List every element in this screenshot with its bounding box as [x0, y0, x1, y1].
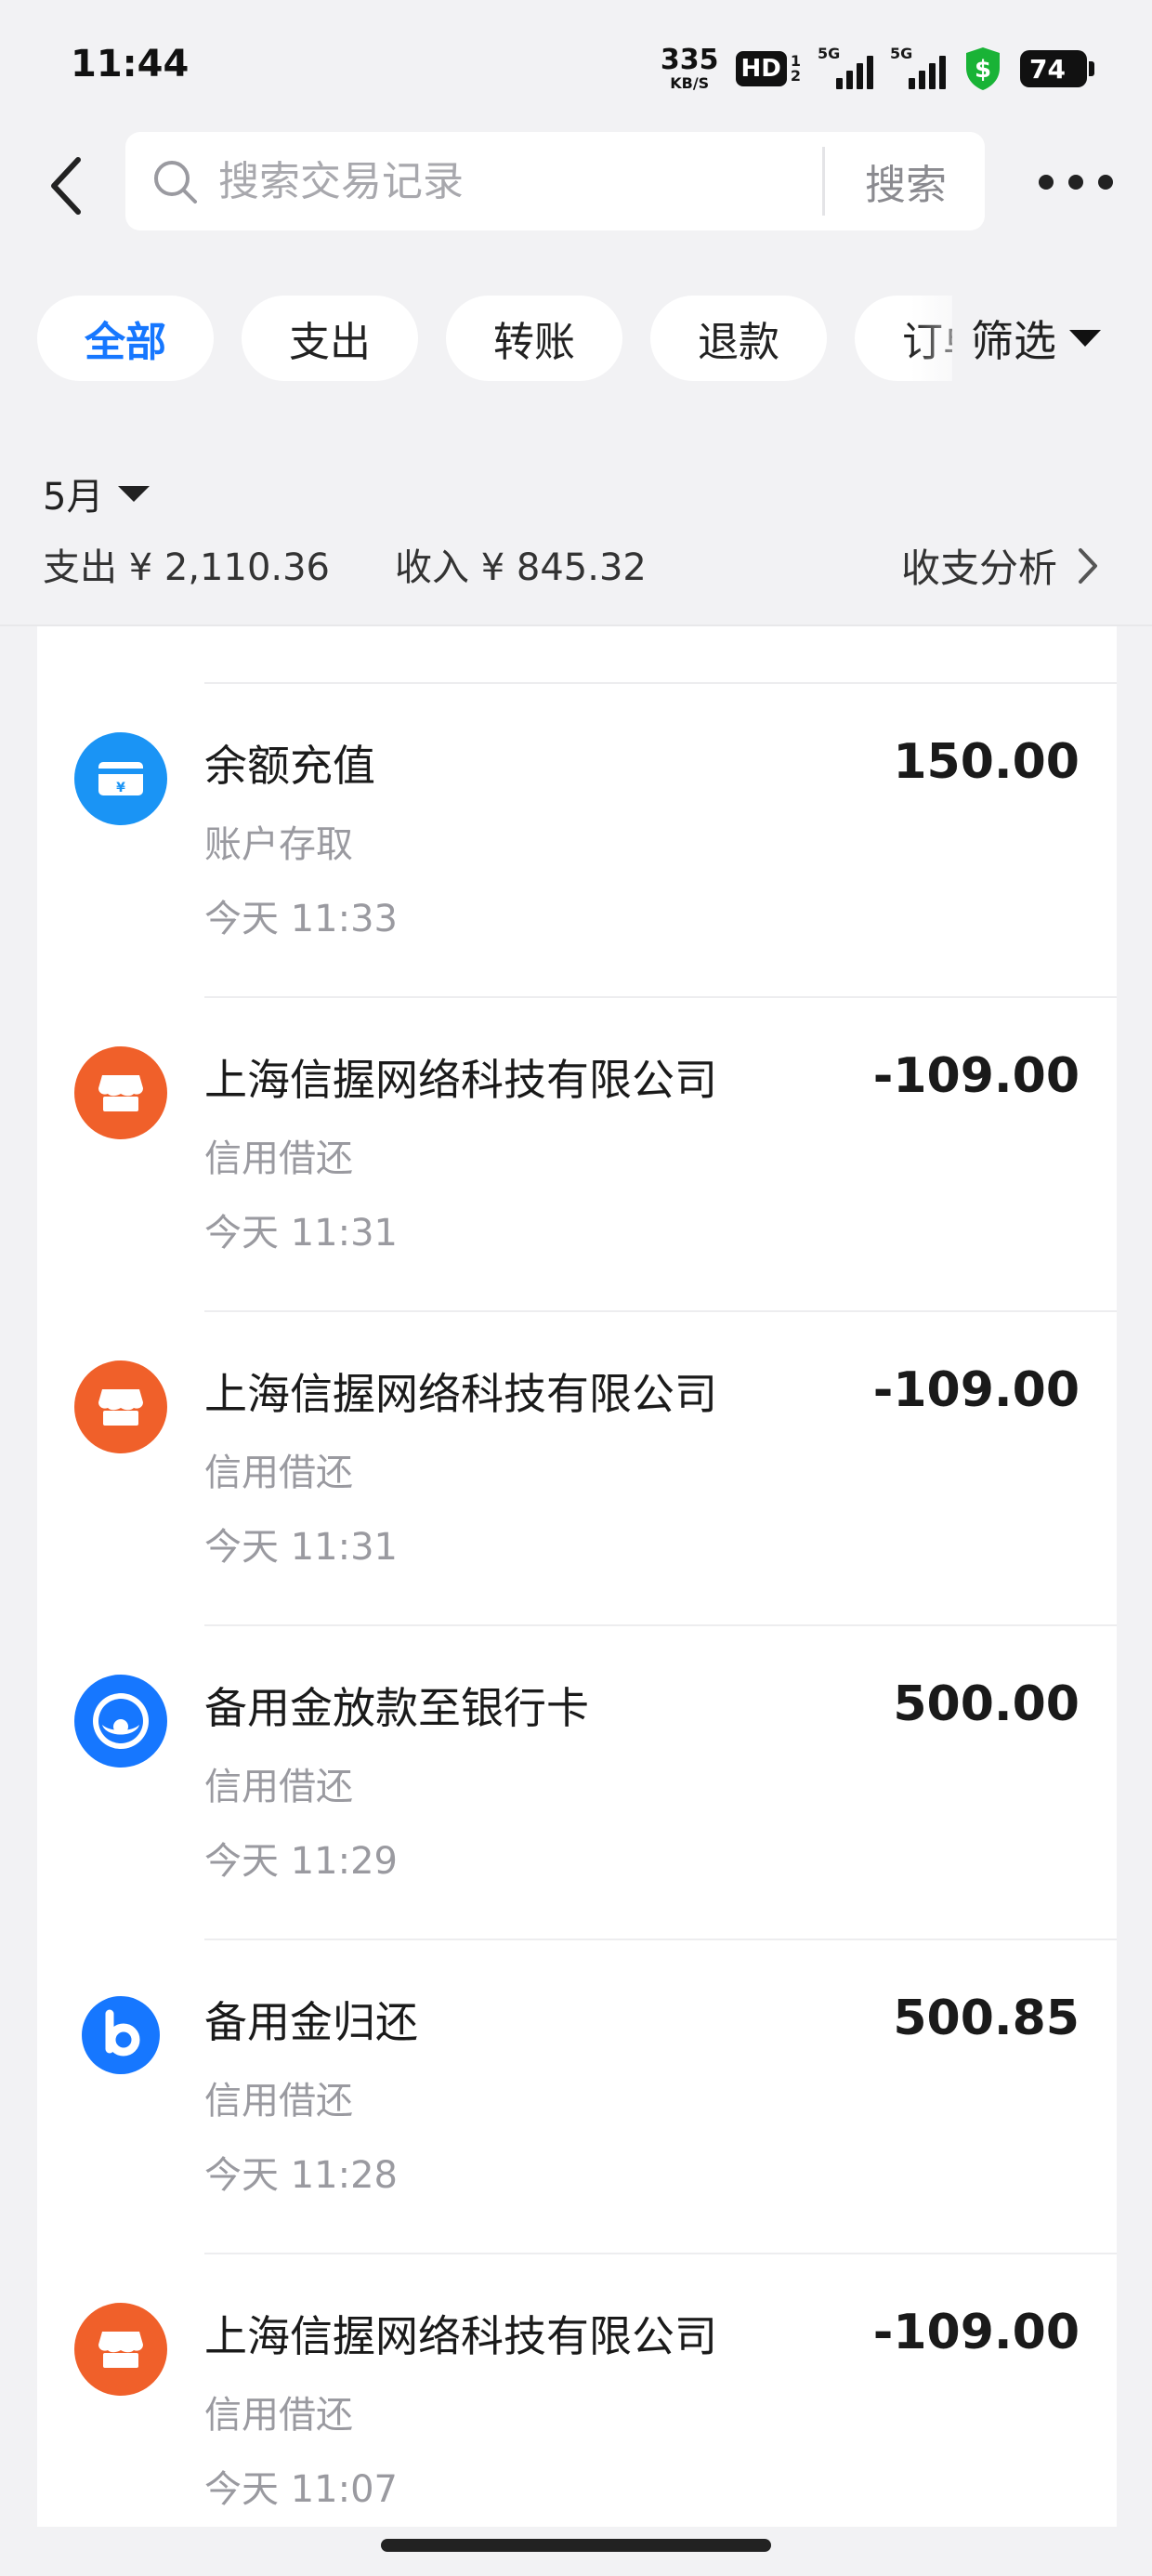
- header: 搜索: [0, 130, 1152, 237]
- transaction-item[interactable]: 上海信握网络科技有限公司 信用借还 今天 11:07 -109.00: [37, 2254, 1117, 2527]
- transaction-item[interactable]: 备用金归还 信用借还 今天 11:28 500.85: [37, 1940, 1117, 2254]
- more-dot-icon: [1098, 175, 1113, 190]
- status-icons: 335 KB/S HD 1 2 5G 5G $ 74: [661, 43, 1094, 95]
- status-bar: 11:44 335 KB/S HD 1 2 5G 5G $ 74: [0, 0, 1152, 130]
- hd-icon: HD: [735, 51, 787, 86]
- caret-down-icon: [1069, 330, 1101, 347]
- transaction-amount: 500.85: [893, 1991, 1080, 2046]
- transaction-title: 上海信握网络科技有限公司: [204, 1369, 717, 1419]
- tab-refund[interactable]: 退款: [650, 296, 827, 381]
- transaction-amount: -109.00: [872, 1048, 1080, 1104]
- transaction-time: 今天 11:31: [204, 1526, 398, 1569]
- chevron-left-icon: [51, 157, 81, 215]
- caret-down-icon: [118, 485, 151, 502]
- hd-sim-indicator: 1 2: [791, 54, 801, 84]
- transaction-category: 信用借还: [204, 1452, 353, 1494]
- transaction-category: 信用借还: [204, 2080, 353, 2123]
- transaction-title: 备用金放款至银行卡: [204, 1683, 589, 1733]
- summary-totals: 支出 ¥ 2,110.36 收入 ¥ 845.32: [43, 537, 647, 591]
- more-options-button[interactable]: [1039, 164, 1113, 201]
- filter-row: 全部 支出 转账 退款 订单 筛选: [0, 296, 1152, 381]
- transaction-amount: -109.00: [872, 2305, 1080, 2360]
- transaction-category: 账户存取: [204, 823, 353, 866]
- transaction-list[interactable]: ¥ 余额充值 账户存取 今天 11:33 150.00 上海信握网络科技有限公司…: [37, 626, 1117, 2527]
- transaction-amount: -109.00: [872, 1362, 1080, 1418]
- security-shield-icon: $: [966, 47, 1000, 90]
- tabs-fade: [910, 296, 952, 381]
- search-button[interactable]: 搜索: [827, 132, 985, 230]
- b-logo-icon: [74, 1989, 167, 2082]
- chevron-right-icon: [1079, 547, 1097, 584]
- expense-total: 支出 ¥ 2,110.36: [43, 546, 331, 589]
- transaction-item[interactable]: 上海信握网络科技有限公司 信用借还 今天 11:31 -109.00: [37, 1312, 1117, 1626]
- svg-text:$: $: [975, 56, 991, 84]
- transaction-time: 今天 11:28: [204, 2154, 398, 2197]
- tab-transfer[interactable]: 转账: [446, 296, 622, 381]
- transaction-amount: 500.00: [893, 1676, 1080, 1732]
- transaction-time: 今天 11:31: [204, 1212, 398, 1255]
- store-icon: [74, 1360, 167, 1453]
- tabs-scroller[interactable]: 全部 支出 转账 退款 订单: [37, 296, 952, 381]
- tab-all[interactable]: 全部: [37, 296, 214, 381]
- transaction-title: 余额充值: [204, 741, 375, 791]
- transaction-title: 上海信握网络科技有限公司: [204, 2311, 717, 2361]
- month-label: 5月: [43, 476, 104, 519]
- tab-expense[interactable]: 支出: [242, 296, 418, 381]
- network-speed-unit: KB/S: [670, 74, 710, 92]
- transaction-category: 信用借还: [204, 2394, 353, 2437]
- transaction-item[interactable]: ¥ 余额充值 账户存取 今天 11:33 150.00: [37, 684, 1117, 998]
- search-divider: [822, 147, 825, 216]
- search-box[interactable]: 搜索: [125, 132, 985, 230]
- transaction-item[interactable]: 备用金放款至银行卡 信用借还 今天 11:29 500.00: [37, 1626, 1117, 1940]
- search-icon: [154, 161, 197, 204]
- transaction-time: 今天 11:33: [204, 898, 398, 940]
- transaction-item[interactable]: 上海信握网络科技有限公司 信用借还 今天 11:31 -109.00: [37, 998, 1117, 1312]
- month-selector[interactable]: 5月: [43, 467, 151, 520]
- store-icon: [74, 2303, 167, 2396]
- income-total: 收入 ¥ 845.32: [395, 546, 647, 589]
- hd-sim-2: 2: [790, 67, 801, 85]
- signal-icon: 5G: [818, 45, 873, 89]
- transaction-amount: 150.00: [893, 734, 1080, 790]
- svg-text:¥: ¥: [116, 781, 125, 795]
- signal-icon-2: 5G: [890, 45, 946, 89]
- transaction-time: 今天 11:29: [204, 1840, 398, 1883]
- filter-label: 筛选: [971, 316, 1056, 366]
- status-time: 11:44: [71, 43, 190, 85]
- balance-card-icon: ¥: [74, 732, 167, 825]
- store-icon: [74, 1046, 167, 1139]
- month-summary: 5月 支出 ¥ 2,110.36 收入 ¥ 845.32 收支分析: [0, 455, 1152, 623]
- reserve-fund-icon: [74, 1675, 167, 1768]
- income-expense-analysis-link[interactable]: 收支分析: [901, 537, 1100, 594]
- transaction-time: 今天 11:07: [204, 2468, 398, 2511]
- transaction-category: 信用借还: [204, 1137, 353, 1180]
- back-button[interactable]: [37, 149, 93, 223]
- transaction-title: 上海信握网络科技有限公司: [204, 1055, 717, 1105]
- transaction-title: 备用金归还: [204, 1997, 418, 2047]
- analysis-label: 收支分析: [900, 545, 1057, 591]
- home-indicator[interactable]: [381, 2539, 771, 2552]
- more-dot-icon: [1068, 175, 1083, 190]
- transaction-category: 信用借还: [204, 1766, 353, 1808]
- filter-button[interactable]: 筛选: [971, 296, 1101, 381]
- battery-icon: 74: [1020, 50, 1094, 87]
- more-dot-icon: [1039, 175, 1054, 190]
- network-speed-value: 335: [660, 44, 719, 76]
- network-speed: 335 KB/S: [661, 46, 719, 91]
- battery-level: 74: [1029, 53, 1066, 85]
